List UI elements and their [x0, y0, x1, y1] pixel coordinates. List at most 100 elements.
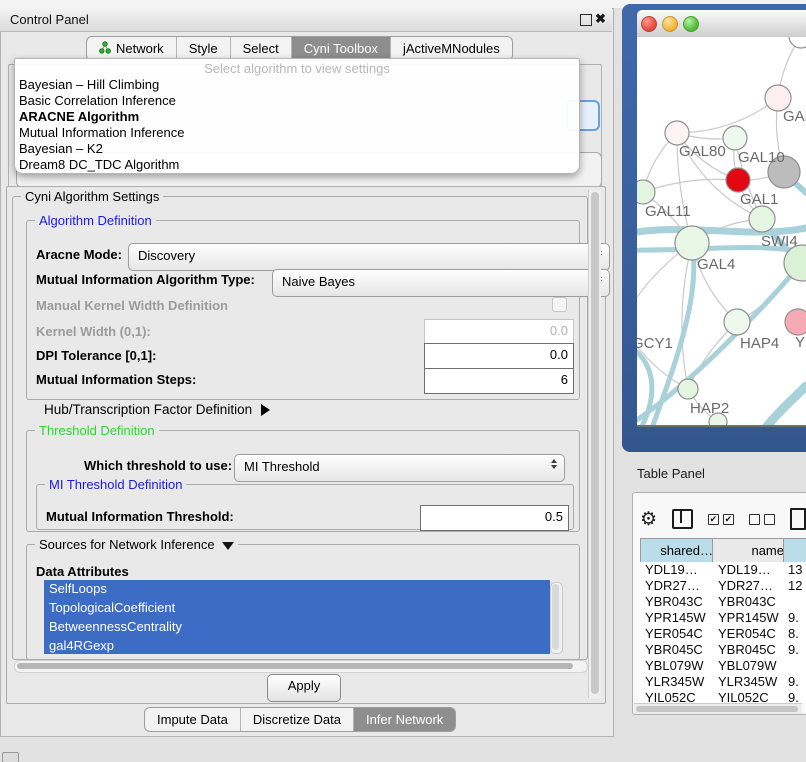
table-row[interactable]: YBR043CYBR043C — [640, 594, 806, 610]
export-table-icon[interactable] — [790, 508, 806, 530]
tab-label: jActiveMNodules — [403, 41, 500, 56]
mi-algorithm-type-combobox[interactable]: Naive Bayes — [272, 269, 610, 297]
which-threshold-combobox[interactable]: MI Threshold — [234, 454, 565, 482]
close-panel-icon[interactable]: ✖ — [595, 11, 606, 27]
hub-definition-toggle[interactable]: Hub/Transcription Factor Definition — [44, 402, 270, 417]
tab-cyni-toolbox[interactable]: Cyni Toolbox — [292, 37, 391, 60]
algorithm-option-bayesian-k2[interactable]: Bayesian – K2 — [15, 141, 579, 157]
cyni-settings-group-title: Cyni Algorithm Settings — [21, 189, 163, 204]
manual-kernel-width-checkbox[interactable] — [552, 297, 567, 312]
algorithm-option-mutual-information-inference[interactable]: Mutual Information Inference — [15, 125, 579, 141]
control-panel-titlebar — [0, 8, 612, 32]
network-node-gal1[interactable] — [749, 206, 775, 232]
data-attribute-item[interactable]: SelfLoops — [44, 580, 550, 599]
table-row[interactable]: YBL079WYBL079W — [640, 658, 806, 674]
table-row[interactable]: YDL19…YDL19…13 — [640, 562, 806, 578]
expand-right-icon[interactable] — [261, 404, 270, 416]
network-node-hap4[interactable] — [724, 309, 750, 335]
network-node-label: GAL80 — [679, 143, 726, 160]
algorithm-option-bayesian-hill-climbing[interactable]: Bayesian – Hill Climbing — [15, 77, 579, 93]
network-window-bottom-edge — [637, 425, 806, 427]
table-cell: 12 — [788, 578, 802, 593]
kernel-width-field[interactable]: 0.0 — [424, 319, 574, 345]
network-node-label: GAL1 — [740, 191, 778, 208]
show-columns-icon[interactable]: ✔✔ — [708, 514, 734, 525]
network-node-gal80[interactable] — [665, 121, 689, 145]
threshold-definition-title: Threshold Definition — [35, 423, 159, 438]
tab-select[interactable]: Select — [231, 37, 292, 60]
network-canvas[interactable]: GALGAL80GAL10GAL11GAL1SWI4GAL4GCY1HAP4YH… — [637, 37, 806, 425]
tab-label: Discretize Data — [253, 712, 341, 727]
network-node-gal4[interactable] — [675, 226, 709, 260]
table-cell: 9. — [788, 690, 799, 703]
table-row[interactable]: YLR345WYLR345W9. — [640, 674, 806, 690]
network-node[interactable] — [789, 37, 806, 48]
network-node-hap2[interactable] — [678, 379, 698, 399]
table-cell: YPR145W — [645, 610, 706, 625]
tab-impute-data[interactable]: Impute Data — [145, 708, 241, 731]
table-cell: YDR27… — [645, 578, 700, 593]
minimized-panel-icon[interactable] — [2, 752, 19, 762]
network-node[interactable] — [726, 168, 750, 192]
mi-threshold-field[interactable]: 0.5 — [420, 505, 569, 531]
column-layout-icon[interactable] — [672, 509, 693, 529]
table-cell: YER054C — [718, 626, 776, 641]
collapse-down-icon[interactable] — [222, 542, 234, 550]
table-row[interactable]: YER054CYER054C8. — [640, 626, 806, 642]
tab-label: Impute Data — [157, 712, 228, 727]
aracne-mode-label: Aracne Mode: — [36, 247, 122, 262]
algorithm-option-list: Bayesian – Hill ClimbingBasic Correlatio… — [15, 77, 579, 173]
algorithm-option-aracne-algorithm[interactable]: ARACNE Algorithm — [15, 109, 579, 125]
data-attribute-item[interactable]: gal4RGexp — [44, 637, 550, 654]
zoom-traffic-light[interactable] — [683, 16, 699, 32]
table-row[interactable]: YIL052C YIL052C 9. — [640, 690, 806, 703]
network-graph[interactable]: GALGAL80GAL10GAL11GAL1SWI4GAL4GCY1HAP4YH… — [637, 37, 806, 425]
table-row[interactable]: YBR045CYBR045C9. — [640, 642, 806, 658]
network-edge[interactable] — [677, 98, 778, 133]
tab-infer-network[interactable]: Infer Network — [354, 708, 455, 731]
table-row[interactable]: YDR27… YDR27… 12 — [640, 578, 806, 594]
mi-steps-field[interactable]: 6 — [424, 368, 574, 394]
settings-gear-icon[interactable]: ⚙ — [640, 510, 657, 529]
network-node-gal10[interactable] — [723, 126, 747, 150]
apply-button[interactable]: Apply — [267, 674, 341, 702]
network-edge[interactable] — [637, 322, 688, 389]
sources-title-text: Sources for Network Inference — [39, 537, 215, 552]
tab-discretize-data[interactable]: Discretize Data — [241, 708, 354, 731]
aracne-mode-combobox[interactable]: Discovery — [128, 243, 610, 271]
table-cell: YLR345W — [718, 674, 777, 689]
tab-style[interactable]: Style — [177, 37, 231, 60]
sources-group-title[interactable]: Sources for Network Inference — [35, 537, 238, 552]
network-edge-thick[interactable] — [764, 386, 806, 425]
close-traffic-light[interactable] — [641, 16, 657, 32]
network-node-y[interactable] — [785, 309, 806, 335]
table-cell: YDR27… — [718, 578, 773, 593]
tab-network[interactable]: Network — [87, 37, 177, 60]
table-cell: YIL052C — [718, 690, 769, 703]
algorithm-option-basic-correlation-inference[interactable]: Basic Correlation Inference — [15, 93, 579, 109]
float-window-icon[interactable] — [580, 14, 592, 26]
algorithm-option-dream8-dc-tdc-algorithm[interactable]: Dream8 DC_TDC Algorithm — [15, 157, 579, 173]
network-node-gal11[interactable] — [637, 180, 655, 204]
settings-horizontal-scrollbar[interactable] — [14, 660, 588, 673]
network-edge[interactable] — [643, 179, 738, 192]
table-row[interactable]: YPR145WYPR145W9. — [640, 610, 806, 626]
mi-threshold-label: Mutual Information Threshold: — [46, 509, 234, 524]
settings-vertical-scrollbar[interactable] — [588, 190, 601, 698]
dpi-tolerance-label: DPI Tolerance [0,1]: — [36, 348, 156, 363]
dpi-tolerance-field[interactable]: 0.0 — [424, 343, 574, 369]
hide-columns-icon[interactable] — [749, 514, 775, 525]
tab-jactivemnodules[interactable]: jActiveMNodules — [391, 37, 512, 60]
network-node-label: Y — [795, 334, 805, 351]
minimize-traffic-light[interactable] — [662, 16, 678, 32]
table-cell: YIL052C — [645, 690, 696, 703]
network-node-label: GCY1 — [637, 335, 673, 352]
network-node-label: GAL10 — [738, 149, 785, 166]
data-attribute-item[interactable]: BetweennessCentrality — [44, 618, 550, 637]
unchecked-checkbox-icon — [749, 514, 760, 525]
table-horizontal-scrollbar[interactable] — [634, 703, 802, 714]
data-attribute-item[interactable]: TopologicalCoefficient — [44, 599, 550, 618]
checked-checkbox-icon: ✔ — [723, 514, 734, 525]
table-panel-title: Table Panel — [637, 466, 705, 481]
attributes-list-scrollbar[interactable] — [550, 582, 563, 654]
